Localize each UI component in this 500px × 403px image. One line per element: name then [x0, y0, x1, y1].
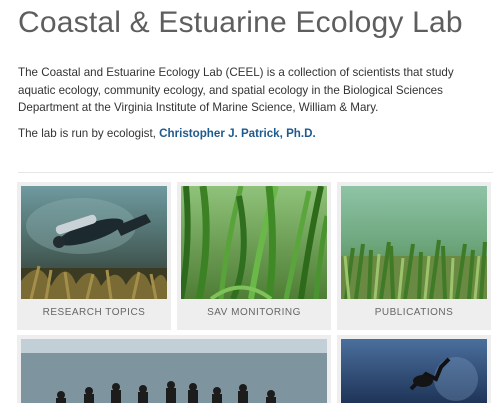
- sav-monitoring-label: SAV MONITORING: [207, 307, 301, 318]
- underwater-photo: [341, 339, 487, 403]
- lab-lead-line: The lab is run by ecologist, Christopher…: [18, 125, 316, 142]
- publications-label: PUBLICATIONS: [374, 307, 454, 318]
- pi-profile-link[interactable]: Christopher J. Patrick, Ph.D.: [159, 127, 316, 140]
- research-topics-label: RESEARCH TOPICS: [42, 307, 146, 318]
- lab-members-card[interactable]: [17, 335, 331, 403]
- section-divider: [18, 172, 493, 173]
- research-topics-photo: [21, 186, 167, 299]
- publications-photo: [341, 186, 487, 299]
- intro-paragraph: The Coastal and Estuarine Ecology Lab (C…: [18, 66, 454, 114]
- lab-members-photo: [21, 339, 327, 403]
- publications-card[interactable]: PUBLICATIONS: [337, 182, 491, 330]
- underwater-card[interactable]: [337, 335, 491, 403]
- research-topics-card[interactable]: RESEARCH TOPICS: [17, 182, 171, 330]
- sav-monitoring-photo: [181, 186, 327, 299]
- sav-monitoring-card[interactable]: SAV MONITORING: [177, 182, 331, 330]
- page-title: Coastal & Estuarine Ecology Lab: [18, 6, 463, 39]
- lab-lead-prefix: The lab is run by ecologist,: [18, 127, 160, 140]
